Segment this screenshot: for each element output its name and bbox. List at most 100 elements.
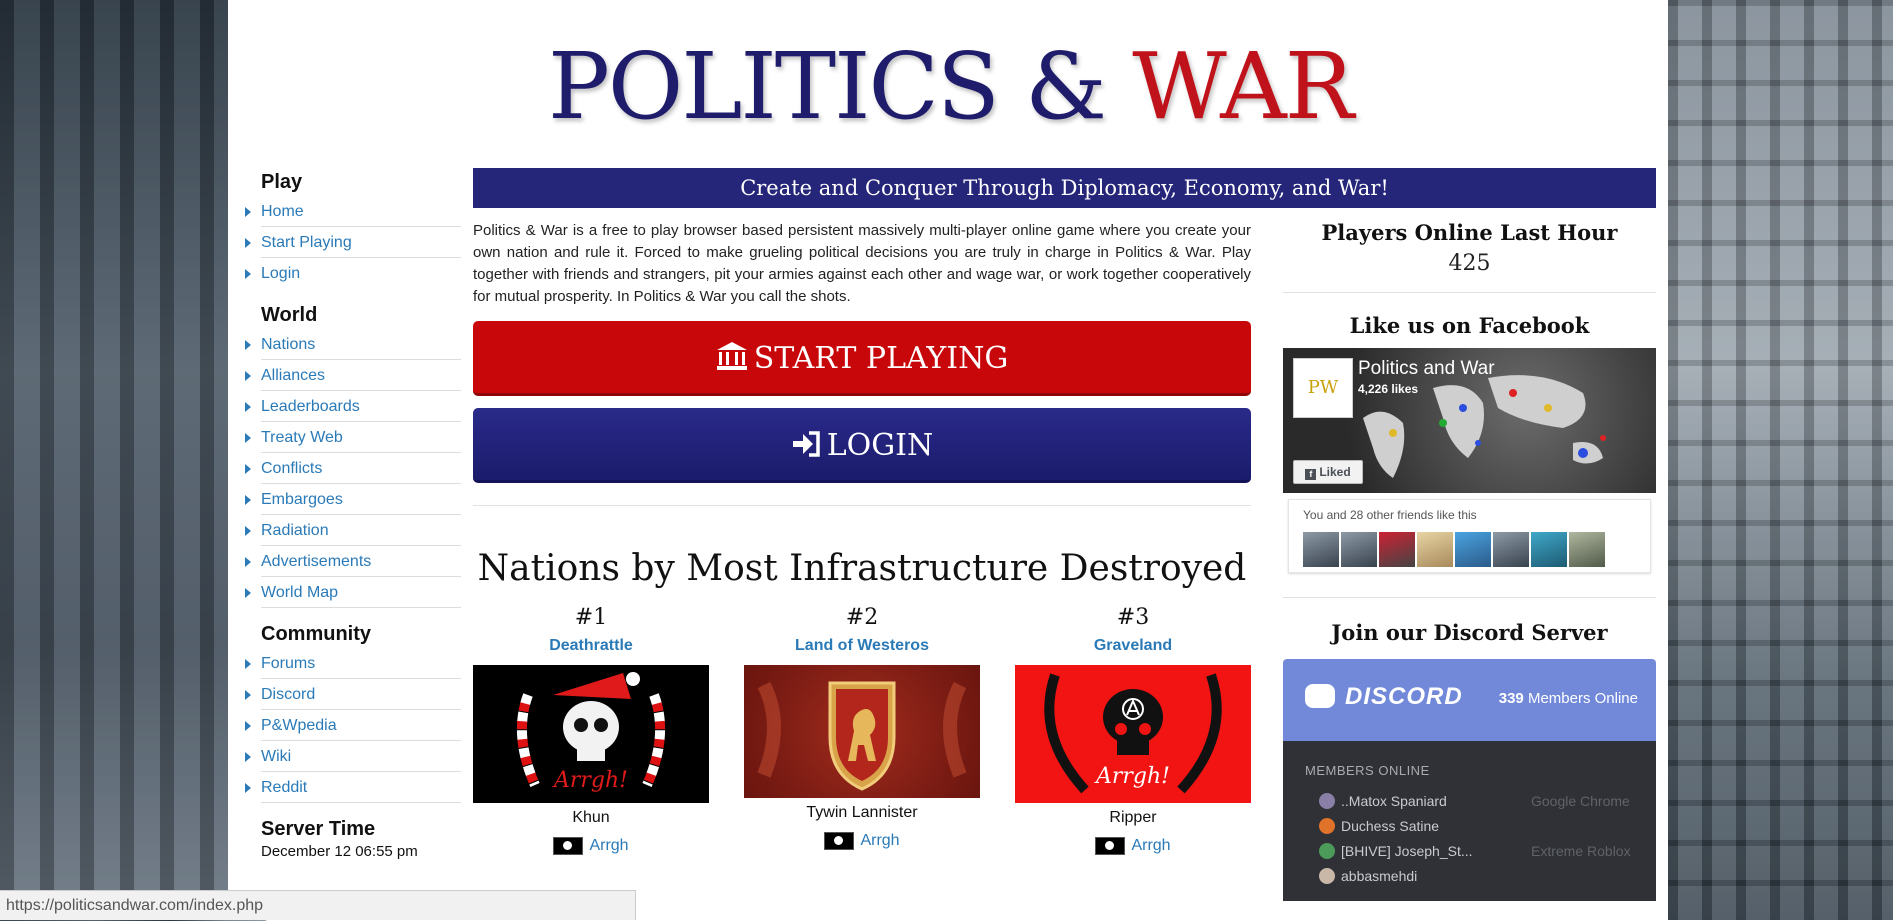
intro-text: Politics & War is a free to play browser…	[473, 222, 1251, 305]
fb-friends-text: You and 28 other friends like this	[1303, 508, 1477, 522]
alliance-flag-icon	[824, 831, 855, 850]
sidebar-item-label: P&Wpedia	[261, 717, 337, 734]
sidebar-item-forums[interactable]: Forums	[245, 648, 461, 679]
sidebar-item-nations[interactable]: Nations	[245, 329, 461, 360]
sidebar-item-login[interactable]: Login	[245, 258, 461, 289]
sidebar-item-treaty-web[interactable]: Treaty Web	[245, 422, 461, 453]
fb-page-name[interactable]: Politics and War	[1358, 358, 1495, 380]
alliance-name: Arrgh	[1131, 837, 1171, 854]
facebook-icon: f	[1305, 469, 1317, 480]
rank-card-3: #3 Graveland Arrgh! Ripper Arrgh	[1015, 603, 1251, 861]
skull-swords-icon: Arrgh!	[1044, 673, 1222, 794]
background-right	[1668, 0, 1893, 920]
sign-in-icon	[792, 431, 820, 457]
avatar	[1319, 818, 1335, 834]
facebook-widget[interactable]: PW Politics and War 4,226 likes f Liked	[1283, 348, 1656, 493]
nation-flag[interactable]	[744, 665, 980, 798]
sidebar-item-home[interactable]: Home	[245, 196, 461, 227]
nation-flag[interactable]: Arrgh!	[1015, 665, 1251, 803]
nation-link[interactable]: Graveland	[1015, 633, 1251, 659]
avatar	[1319, 793, 1335, 809]
tagline-banner: Create and Conquer Through Diplomacy, Ec…	[473, 168, 1656, 208]
sidebar-item-label: Reddit	[261, 779, 308, 796]
sidebar-title-community: Community	[261, 623, 371, 645]
sidebar-item-label: Alliances	[261, 367, 326, 384]
leader-name: Ripper	[1109, 809, 1157, 826]
avatar[interactable]	[1455, 532, 1491, 567]
sidebar-item-label: Conflicts	[261, 460, 323, 477]
rank-number: #2	[845, 605, 879, 630]
facebook-title: Like us on Facebook	[1349, 313, 1590, 338]
sidebar-item-conflicts[interactable]: Conflicts	[245, 453, 461, 484]
alliance-link[interactable]: Arrgh	[744, 826, 980, 856]
sidebar-item-label: Advertisements	[261, 553, 372, 570]
avatar[interactable]	[1341, 532, 1377, 567]
sidebar-item-radiation[interactable]: Radiation	[245, 515, 461, 546]
avatar	[1319, 843, 1335, 859]
browser-status-bar: https://politicsandwar.com/index.php	[0, 890, 636, 920]
fb-liked-button[interactable]: f Liked	[1293, 460, 1363, 484]
sidebar-item-label: Wiki	[261, 748, 292, 765]
main-content: Create and Conquer Through Diplomacy, Ec…	[473, 168, 1656, 883]
sidebar-item-pwpedia[interactable]: P&Wpedia	[245, 710, 461, 741]
sidebar-item-label: Treaty Web	[261, 429, 343, 446]
avatar[interactable]	[1379, 532, 1415, 567]
avatar[interactable]	[1417, 532, 1453, 567]
background-left	[0, 0, 228, 920]
avatar[interactable]	[1303, 532, 1339, 567]
discord-member[interactable]: abbasmehdi	[1319, 864, 1649, 888]
sidebar-item-world-map[interactable]: World Map	[245, 577, 461, 608]
discord-title: Join our Discord Server	[1331, 620, 1608, 645]
alliance-name: Arrgh	[860, 832, 900, 849]
discord-member[interactable]: ..Matox Spaniard Google Chrome	[1319, 789, 1649, 813]
alliance-link[interactable]: Arrgh	[1015, 831, 1251, 861]
sidebar-title-play: Play	[261, 171, 303, 193]
caret-right-icon	[245, 269, 251, 279]
caret-right-icon	[245, 238, 251, 248]
avatar[interactable]	[1531, 532, 1567, 567]
site-logo[interactable]: POLITICS & WAR	[548, 32, 1354, 142]
sidebar-title-world: World	[261, 304, 318, 326]
nation-link[interactable]: Deathrattle	[473, 633, 709, 659]
sidebar-item-wiki[interactable]: Wiki	[245, 741, 461, 772]
fb-page-logo[interactable]: PW	[1293, 358, 1353, 418]
server-time-value: December 12 06:55 pm	[261, 843, 418, 860]
sidebar-item-advertisements[interactable]: Advertisements	[245, 546, 461, 577]
sidebar-item-start-playing[interactable]: Start Playing	[245, 227, 461, 258]
sidebar-item-leaderboards[interactable]: Leaderboards	[245, 391, 461, 422]
page-container: POLITICS & WAR Play Home Start Playing L…	[228, 0, 1668, 920]
sidebar-item-alliances[interactable]: Alliances	[245, 360, 461, 391]
caret-right-icon	[245, 690, 251, 700]
login-button[interactable]: LOGIN	[473, 408, 1251, 483]
sidebar-item-label: Home	[261, 203, 304, 220]
login-label: LOGIN	[826, 428, 934, 463]
discord-member[interactable]: [BHIVE] Joseph_St... Extreme Roblox	[1319, 839, 1649, 863]
start-playing-label: START PLAYING	[753, 341, 1009, 376]
players-online-count: 425	[1448, 251, 1491, 276]
avatar[interactable]	[1493, 532, 1529, 567]
sidebar-item-reddit[interactable]: Reddit	[245, 772, 461, 803]
rank-number: #3	[1116, 605, 1150, 630]
nation-link[interactable]: Land of Westeros	[744, 633, 980, 659]
discord-logo[interactable]: DISCORD	[1305, 683, 1463, 711]
logo-politics: POLITICS	[548, 33, 1026, 140]
rank-card-2: #2 Land of Westeros Tywin Lannister Arrg…	[744, 603, 980, 856]
caret-right-icon	[245, 495, 251, 505]
nation-flag[interactable]: Arrgh!	[473, 665, 709, 803]
logo-ampersand: &	[1025, 33, 1133, 140]
discord-members-list: MEMBERS ONLINE ..Matox Spaniard Google Ch…	[1283, 741, 1656, 901]
sidebar-item-label: Nations	[261, 336, 316, 353]
logo-war: WAR	[1132, 33, 1354, 140]
sidebar-item-label: Discord	[261, 686, 316, 703]
discord-widget-header[interactable]: DISCORD 339 Members Online	[1283, 659, 1656, 741]
svg-text:Arrgh!: Arrgh!	[552, 768, 628, 793]
start-playing-button[interactable]: START PLAYING	[473, 321, 1251, 396]
avatar[interactable]	[1569, 532, 1605, 567]
sidebar-item-discord[interactable]: Discord	[245, 679, 461, 710]
caret-right-icon	[245, 752, 251, 762]
discord-member[interactable]: Duchess Satine	[1319, 814, 1649, 838]
sidebar-item-embargoes[interactable]: Embargoes	[245, 484, 461, 515]
alliance-flag-icon	[553, 836, 584, 855]
fb-liked-label: Liked	[1319, 465, 1351, 479]
alliance-link[interactable]: Arrgh	[473, 831, 709, 861]
